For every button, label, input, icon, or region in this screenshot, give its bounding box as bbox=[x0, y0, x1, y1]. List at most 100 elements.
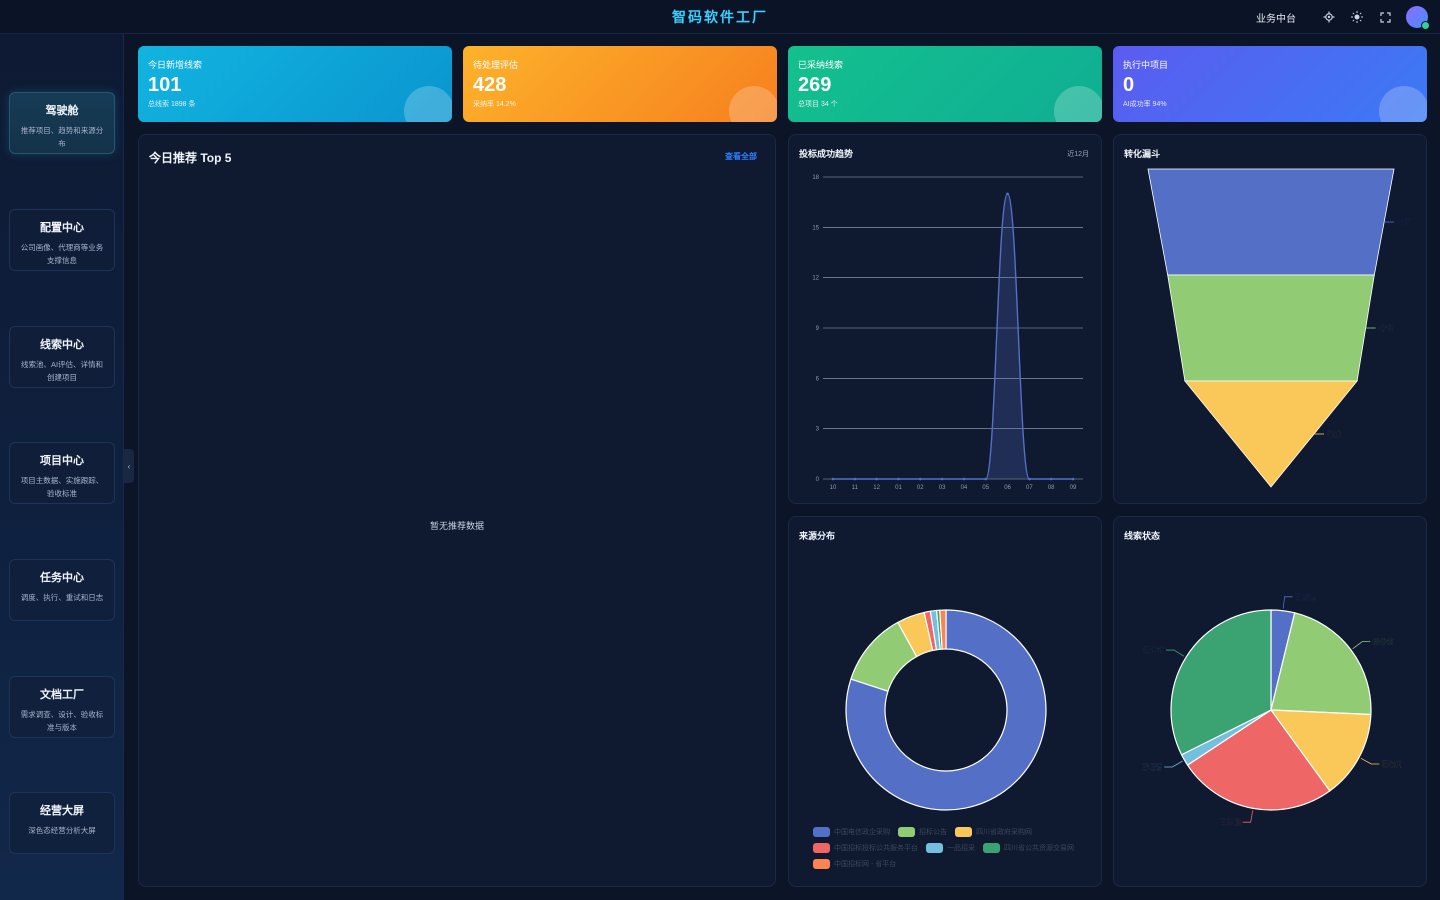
sidebar-item-title: 驾驶舱 bbox=[45, 105, 79, 117]
kpi-sub: AI成功率 94% bbox=[1123, 101, 1167, 108]
trend-point bbox=[1071, 477, 1075, 481]
legend-item[interactable]: 四川省政府采购网 bbox=[955, 827, 1032, 837]
pie-label-line bbox=[1164, 760, 1183, 768]
kpi-card-adopted-leads[interactable]: 已采纳线索 269 总项目 34 个 bbox=[788, 46, 1102, 122]
workspace-link[interactable]: 业务中台 bbox=[1256, 10, 1296, 25]
legend-item[interactable]: 招标公告 bbox=[898, 827, 947, 837]
sidebar-item-cockpit[interactable]: 驾驶舱 推荐项目、趋势和来源分布 bbox=[9, 92, 115, 154]
sidebar-item-bigscreen[interactable]: 经营大屏 深色态经营分析大屏 bbox=[9, 792, 115, 854]
kpi-card-active-projects[interactable]: 执行中项目 0 AI成功率 94% bbox=[1113, 46, 1427, 122]
view-all-link[interactable]: 查看全部 bbox=[725, 151, 757, 162]
sidebar-item-desc: 调度、执行、重试和日志 bbox=[20, 593, 104, 602]
kpi-value: 0 bbox=[1123, 74, 1135, 96]
app-title: 智码软件工厂 bbox=[672, 9, 768, 25]
x-tick-label: 05 bbox=[982, 485, 989, 491]
trend-panel: 投标成功趋势 近12月 0 3 6 9 12 15 18 10 11 12 01 02 03 04 05 06… bbox=[788, 134, 1102, 504]
y-tick-label: 12 bbox=[812, 276, 819, 282]
kpi-sub: 总项目 34 个 bbox=[798, 101, 838, 108]
trend-chart: 036912151810 11 12 01 02 03 04 05 06 07 08 09 bbox=[812, 175, 1083, 491]
kpi-card-pending-eval[interactable]: 待处理评估 428 采纳率 14.2% bbox=[463, 46, 777, 122]
sidebar-item-title: 项目中心 bbox=[40, 455, 84, 467]
trend-point bbox=[984, 477, 988, 481]
x-tick-label: 01 bbox=[895, 485, 902, 491]
sidebar-item-title: 线索中心 bbox=[40, 339, 84, 351]
legend-item[interactable]: 中国招标投标公共服务平台 bbox=[813, 843, 918, 853]
status-panel: 线索状态 已创建 待评估 已采纳 已驳回 已归档 已评估 bbox=[1113, 516, 1427, 887]
empty-state-text: 暂无推荐数据 bbox=[429, 521, 484, 531]
legend-item[interactable]: 中国电信政企采购 bbox=[813, 827, 890, 837]
source-panel: 来源分布 中国电信政企采购 招标公告 四川省政府采购网 中国招标投标公共服务平台 一品招… bbox=[788, 516, 1102, 887]
funnel-panel: 转化漏斗 线索 评估 采纳 bbox=[1113, 134, 1427, 504]
sidebar-item-docs[interactable]: 文档工厂 需求调查、设计、验收标准与版本 bbox=[9, 676, 115, 738]
sidebar-collapse-button[interactable]: ‹ bbox=[124, 449, 134, 483]
legend-label: 中国招标网 - 省平台 bbox=[834, 861, 897, 868]
x-tick-label: 10 bbox=[830, 485, 837, 491]
sidebar-item-tasks[interactable]: 任务中心 调度、执行、重试和日志 bbox=[9, 559, 115, 621]
sidebar-item-desc: 项目主数据、实施跟踪、验收标准 bbox=[20, 476, 104, 498]
legend-label: 中国招标投标公共服务平台 bbox=[834, 845, 918, 852]
sidebar: 驾驶舱 推荐项目、趋势和来源分布 配置中心 公司画像、代理商等业务支撑信息 线索… bbox=[0, 34, 124, 900]
recommend-panel: 今日推荐 Top 5 查看全部 暂无推荐数据 bbox=[138, 134, 776, 887]
source-donut-chart bbox=[845, 609, 1047, 811]
legend-label: 四川省公共资源交易网 bbox=[1004, 845, 1074, 852]
fullscreen-icon[interactable] bbox=[1378, 10, 1392, 24]
pie-label-line bbox=[1166, 649, 1185, 657]
kpi-value: 428 bbox=[473, 74, 507, 96]
kpi-card-new-leads[interactable]: 今日新增线索 101 总线索 1898 条 bbox=[138, 46, 452, 122]
kpi-label: 执行中项目 bbox=[1123, 60, 1169, 70]
y-tick-label: 0 bbox=[816, 477, 820, 483]
legend-label: 招标公告 bbox=[919, 829, 947, 836]
x-tick-label: 11 bbox=[852, 485, 859, 491]
funnel-stage bbox=[1167, 274, 1375, 382]
pie-label-line bbox=[1360, 757, 1380, 765]
top-bar: 智码软件工厂 业务中台 bbox=[0, 0, 1440, 34]
kpi-value: 101 bbox=[148, 74, 182, 96]
trend-line bbox=[832, 193, 1073, 480]
legend-label: 一品招采 bbox=[947, 845, 975, 852]
sun-icon[interactable] bbox=[1350, 10, 1364, 24]
legend-item[interactable]: 四川省公共资源交易网 bbox=[983, 843, 1074, 853]
sidebar-item-desc: 公司画像、代理商等业务支撑信息 bbox=[20, 243, 104, 265]
gear-icon[interactable] bbox=[1322, 10, 1336, 24]
y-tick-label: 6 bbox=[816, 376, 820, 382]
sidebar-item-leads[interactable]: 线索中心 线索池、AI评估、详情和创建项目 bbox=[9, 326, 115, 388]
y-tick-label: 18 bbox=[812, 175, 819, 181]
funnel-chart: 线索评估采纳 bbox=[1147, 168, 1411, 488]
legend-swatch bbox=[926, 843, 943, 853]
x-tick-label: 09 bbox=[1070, 485, 1077, 491]
x-tick-label: 12 bbox=[873, 485, 880, 491]
legend-label: 中国电信政企采购 bbox=[834, 829, 890, 836]
chevron-left-icon: ‹ bbox=[127, 461, 131, 471]
funnel-stage-label: 采纳 bbox=[1326, 430, 1341, 439]
sidebar-item-projects[interactable]: 项目中心 项目主数据、实施跟踪、验收标准 bbox=[9, 442, 115, 504]
y-tick-label: 9 bbox=[816, 326, 820, 332]
panel-title: 今日推荐 Top 5 bbox=[149, 151, 232, 165]
trend-point bbox=[1006, 192, 1009, 196]
trend-point bbox=[1049, 477, 1053, 481]
trend-point bbox=[897, 477, 900, 481]
x-tick-label: 07 bbox=[1026, 485, 1033, 491]
sidebar-item-title: 经营大屏 bbox=[40, 805, 84, 817]
x-tick-label: 08 bbox=[1048, 485, 1055, 491]
trend-point bbox=[853, 477, 857, 481]
kpi-sub: 采纳率 14.2% bbox=[473, 101, 516, 108]
pie-slice-label: 已驳回 bbox=[1220, 818, 1241, 827]
user-avatar[interactable] bbox=[1406, 6, 1430, 30]
trend-point bbox=[875, 477, 878, 481]
sidebar-item-desc: 推荐项目、趋势和来源分布 bbox=[20, 126, 104, 148]
pie-slice-label: 已归档 bbox=[1141, 763, 1162, 772]
pie-slice-label: 已创建 bbox=[1295, 592, 1317, 601]
kpi-sub: 总线索 1898 条 bbox=[148, 101, 196, 108]
funnel-stage-label: 评估 bbox=[1379, 324, 1393, 333]
online-status-dot bbox=[1421, 21, 1430, 30]
trend-point bbox=[940, 477, 944, 481]
legend-item[interactable]: 中国招标网 - 省平台 bbox=[813, 859, 896, 869]
sidebar-item-desc: 需求调查、设计、验收标准与版本 bbox=[20, 710, 104, 732]
trend-point bbox=[1028, 477, 1031, 481]
pie-slice-label: 已采纳 bbox=[1381, 760, 1402, 769]
sidebar-item-config[interactable]: 配置中心 公司画像、代理商等业务支撑信息 bbox=[9, 209, 115, 271]
legend-item[interactable]: 一品招采 bbox=[926, 843, 975, 853]
sidebar-item-title: 任务中心 bbox=[40, 572, 84, 584]
pie-slice-label: 待评估 bbox=[1372, 637, 1393, 646]
sidebar-item-desc: 线索池、AI评估、详情和创建项目 bbox=[20, 360, 104, 382]
